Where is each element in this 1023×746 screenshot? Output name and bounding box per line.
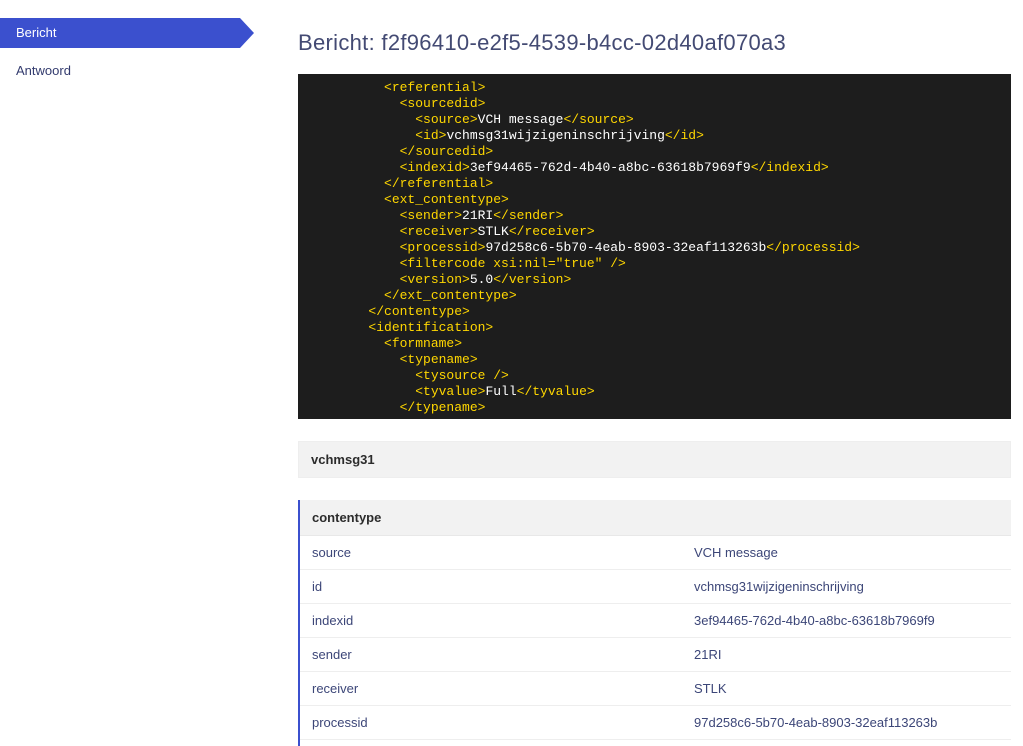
table-key: source (312, 545, 694, 560)
table-value: STLK (694, 681, 999, 696)
table-row: receiver STLK (300, 672, 1011, 706)
table-row: filtercode (300, 740, 1011, 746)
section-header: vchmsg31 (298, 441, 1011, 478)
table-value: 3ef94465-762d-4b40-a8bc-63618b7969f9 (694, 613, 999, 628)
table-row: source VCH message (300, 536, 1011, 570)
xml-id: vchmsg31wijzigeninschrijving (446, 128, 664, 143)
contentype-table: contentype source VCH message id vchmsg3… (298, 500, 1011, 746)
xml-receiver: STLK (478, 224, 509, 239)
xml-indexid: 3ef94465-762d-4b40-a8bc-63618b7969f9 (470, 160, 751, 175)
table-key: id (312, 579, 694, 594)
xml-filtercode-attr: xsi:nil="true" (493, 256, 602, 271)
section-name: vchmsg31 (311, 452, 375, 467)
table-value: 21RI (694, 647, 999, 662)
sidebar-item-bericht[interactable]: Bericht (0, 18, 240, 48)
xml-tyvalue: Full (485, 384, 516, 399)
sidebar-item-label: Antwoord (16, 63, 71, 78)
page-title-prefix: Bericht: (298, 30, 381, 55)
table-key: receiver (312, 681, 694, 696)
table-row: indexid 3ef94465-762d-4b40-a8bc-63618b79… (300, 604, 1011, 638)
table-key: processid (312, 715, 694, 730)
xml-processid: 97d258c6-5b70-4eab-8903-32eaf113263b (485, 240, 766, 255)
main-content: Bericht: f2f96410-e2f5-4539-b4cc-02d40af… (262, 0, 1023, 746)
table-row: sender 21RI (300, 638, 1011, 672)
table-value: 97d258c6-5b70-4eab-8903-32eaf113263b (694, 715, 999, 730)
table-title: contentype (300, 500, 1011, 536)
sidebar-item-label: Bericht (16, 25, 56, 40)
page-title: Bericht: f2f96410-e2f5-4539-b4cc-02d40af… (298, 30, 1011, 56)
table-value: vchmsg31wijzigeninschrijving (694, 579, 999, 594)
table-value: VCH message (694, 545, 999, 560)
xml-version: 5.0 (470, 272, 493, 287)
xml-code-block[interactable]: <referential> <sourcedid> <source>VCH me… (298, 74, 1011, 419)
table-row: id vchmsg31wijzigeninschrijving (300, 570, 1011, 604)
table-key: indexid (312, 613, 694, 628)
sidebar: Bericht Antwoord (0, 0, 262, 746)
table-key: sender (312, 647, 694, 662)
xml-source: VCH message (478, 112, 564, 127)
table-row: processid 97d258c6-5b70-4eab-8903-32eaf1… (300, 706, 1011, 740)
xml-sender: 21RI (462, 208, 493, 223)
page-title-id: f2f96410-e2f5-4539-b4cc-02d40af070a3 (381, 30, 786, 55)
sidebar-item-antwoord[interactable]: Antwoord (0, 56, 262, 86)
